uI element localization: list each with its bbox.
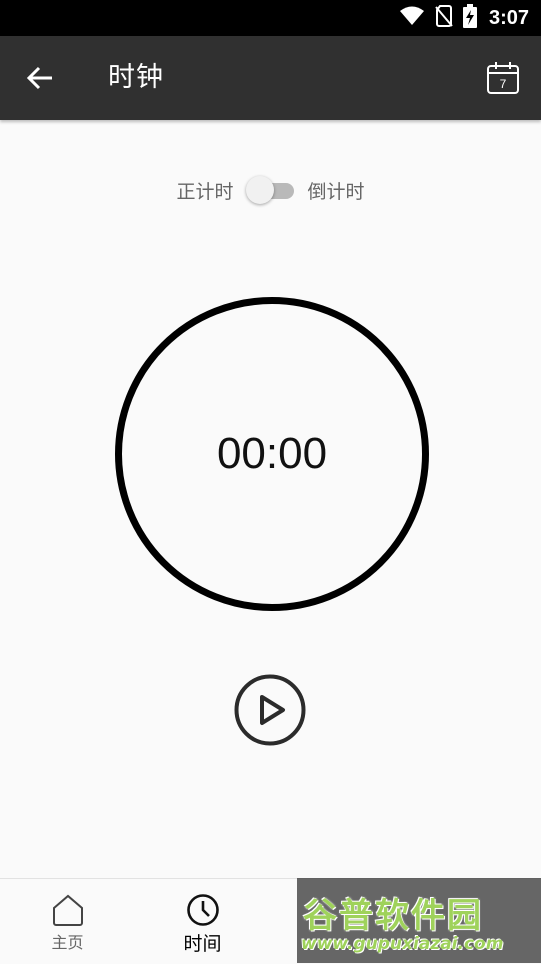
count-up-label: 正计时 bbox=[176, 180, 234, 203]
arrow-left-icon bbox=[26, 66, 52, 90]
watermark-url: www.gupuxiazai.com bbox=[301, 934, 504, 954]
play-button[interactable] bbox=[234, 674, 306, 746]
timer-display: 00:00 bbox=[216, 429, 328, 478]
switch-thumb bbox=[245, 176, 274, 204]
calendar-icon: 7 bbox=[487, 62, 519, 94]
calendar-button[interactable]: 7 bbox=[485, 60, 521, 96]
watermark: 谷普软件园 www.gupuxiazai.com bbox=[297, 878, 541, 963]
status-bar: 3:07 bbox=[0, 0, 541, 36]
calendar-day: 7 bbox=[500, 77, 507, 91]
back-button[interactable] bbox=[22, 60, 58, 96]
nav-item-time[interactable]: 时间 bbox=[135, 879, 270, 964]
nav-item-home[interactable]: 主页 bbox=[0, 879, 135, 964]
timer-ring: 00:00 bbox=[115, 297, 429, 611]
home-icon bbox=[52, 894, 83, 926]
status-time: 3:07 bbox=[488, 6, 529, 29]
battery-charging-icon bbox=[462, 4, 477, 32]
nav-label-home: 主页 bbox=[51, 933, 84, 952]
wifi-icon bbox=[399, 6, 425, 30]
status-icons: 3:07 bbox=[399, 0, 529, 36]
timer-mode-switch[interactable] bbox=[245, 175, 296, 205]
page-title: 时钟 bbox=[108, 62, 164, 93]
no-sim-icon bbox=[435, 5, 453, 31]
app-bar: 时钟 7 bbox=[0, 36, 541, 120]
timer-mode-row: 正计时 倒计时 bbox=[0, 168, 541, 212]
watermark-text: 谷普软件园 bbox=[303, 896, 483, 936]
clock-icon bbox=[186, 894, 219, 926]
count-down-label: 倒计时 bbox=[307, 180, 365, 203]
nav-label-time: 时间 bbox=[183, 933, 222, 955]
play-icon bbox=[234, 674, 306, 746]
